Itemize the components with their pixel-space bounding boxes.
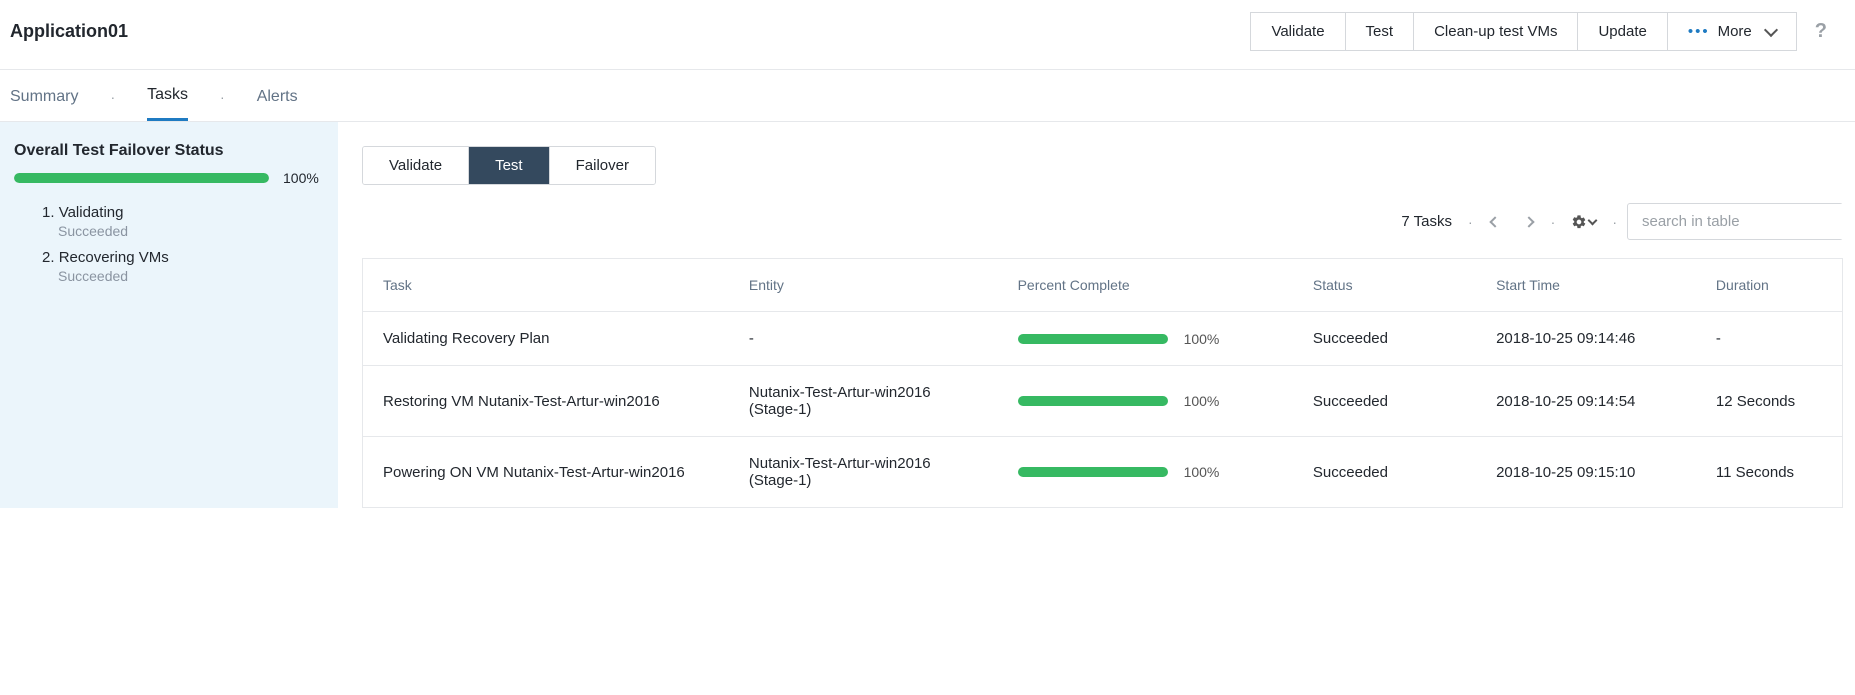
prev-page-button[interactable] [1483, 210, 1507, 233]
cell-start-time: 2018-10-25 09:14:46 [1476, 312, 1696, 366]
cell-task: Restoring VM Nutanix-Test-Artur-win2016 [363, 366, 729, 437]
more-button[interactable]: ••• More [1667, 12, 1797, 51]
step-label: 2. Recovering VMs [42, 249, 324, 266]
tab-separator: · [220, 89, 225, 119]
col-entity[interactable]: Entity [729, 259, 998, 312]
cell-percent: 100% [998, 366, 1293, 437]
progress-percent: 100% [283, 170, 319, 186]
col-task[interactable]: Task [363, 259, 729, 312]
cell-entity: Nutanix-Test-Artur-win2016 (Stage-1) [729, 366, 998, 437]
tab-summary[interactable]: Summary [10, 88, 78, 120]
step-item: 1. Validating Succeeded [42, 204, 324, 239]
cell-status: Succeeded [1293, 366, 1476, 437]
cell-duration: - [1696, 312, 1843, 366]
header-bar: Application01 Validate Test Clean-up tes… [0, 0, 1855, 70]
gear-icon [1571, 214, 1587, 230]
percent-bar [1018, 467, 1168, 477]
cell-status: Succeeded [1293, 437, 1476, 508]
cell-duration: 11 Seconds [1696, 437, 1843, 508]
chevron-down-icon [1764, 22, 1778, 36]
chevron-right-icon [1523, 216, 1534, 227]
percent-text: 100% [1184, 331, 1220, 347]
col-start-time[interactable]: Start Time [1476, 259, 1696, 312]
col-percent-complete[interactable]: Percent Complete [998, 259, 1293, 312]
tab-tasks[interactable]: Tasks [147, 86, 188, 121]
progress-fill [14, 173, 269, 183]
search-input[interactable] [1638, 204, 1845, 239]
ellipsis-icon: ••• [1688, 23, 1710, 40]
step-item: 2. Recovering VMs Succeeded [42, 249, 324, 284]
step-label: 1. Validating [42, 204, 324, 221]
cell-entity: - [729, 312, 998, 366]
tasks-table: Task Entity Percent Complete Status Star… [362, 258, 1843, 508]
main: Validate Test Failover 7 Tasks · · · T [338, 122, 1855, 508]
header-actions: Validate Test Clean-up test VMs Update •… [1250, 12, 1845, 51]
tab-alerts[interactable]: Alerts [257, 88, 298, 120]
cell-entity: Nutanix-Test-Artur-win2016 (Stage-1) [729, 437, 998, 508]
overall-progress: 100% [14, 170, 324, 186]
col-status[interactable]: Status [1293, 259, 1476, 312]
col-duration[interactable]: Duration [1696, 259, 1843, 312]
seg-validate[interactable]: Validate [363, 147, 468, 184]
more-label: More [1718, 23, 1752, 40]
next-page-button[interactable] [1517, 210, 1541, 233]
content-area: Overall Test Failover Status 100% 1. Val… [0, 122, 1855, 508]
help-button[interactable]: ? [1797, 20, 1845, 43]
separator-dot: · [1468, 214, 1473, 230]
validate-button[interactable]: Validate [1250, 12, 1345, 51]
table-row[interactable]: Powering ON VM Nutanix-Test-Artur-win201… [363, 437, 1843, 508]
search-wrap [1627, 203, 1843, 240]
separator-dot: · [1551, 214, 1556, 230]
seg-failover[interactable]: Failover [549, 147, 655, 184]
page-title: Application01 [10, 21, 128, 42]
cell-start-time: 2018-10-25 09:15:10 [1476, 437, 1696, 508]
segmented-control: Validate Test Failover [362, 146, 656, 185]
settings-button[interactable] [1565, 210, 1602, 234]
cell-percent: 100% [998, 312, 1293, 366]
cell-task: Validating Recovery Plan [363, 312, 729, 366]
chevron-down-icon [1588, 215, 1598, 225]
cell-task: Powering ON VM Nutanix-Test-Artur-win201… [363, 437, 729, 508]
progress-bar [14, 173, 269, 183]
cleanup-test-vms-button[interactable]: Clean-up test VMs [1413, 12, 1578, 51]
cell-percent: 100% [998, 437, 1293, 508]
step-status: Succeeded [42, 268, 324, 284]
cell-start-time: 2018-10-25 09:14:54 [1476, 366, 1696, 437]
table-row[interactable]: Restoring VM Nutanix-Test-Artur-win2016 … [363, 366, 1843, 437]
seg-test[interactable]: Test [468, 147, 549, 184]
test-button[interactable]: Test [1345, 12, 1415, 51]
tab-separator: · [110, 89, 115, 119]
table-row[interactable]: Validating Recovery Plan - 100% Succeede… [363, 312, 1843, 366]
percent-text: 100% [1184, 464, 1220, 480]
separator-dot: · [1612, 214, 1617, 230]
chevron-left-icon [1489, 216, 1500, 227]
cell-status: Succeeded [1293, 312, 1476, 366]
percent-bar [1018, 334, 1168, 344]
tabs-bar: Summary · Tasks · Alerts [0, 70, 1855, 122]
table-header-row: Task Entity Percent Complete Status Star… [363, 259, 1843, 312]
sidebar: Overall Test Failover Status 100% 1. Val… [0, 122, 338, 508]
step-status: Succeeded [42, 223, 324, 239]
table-controls: 7 Tasks · · · [362, 185, 1855, 258]
percent-bar [1018, 396, 1168, 406]
percent-text: 100% [1184, 393, 1220, 409]
update-button[interactable]: Update [1577, 12, 1667, 51]
sidebar-title: Overall Test Failover Status [14, 142, 324, 160]
cell-duration: 12 Seconds [1696, 366, 1843, 437]
task-count: 7 Tasks [1401, 213, 1452, 230]
step-list: 1. Validating Succeeded 2. Recovering VM… [14, 204, 324, 284]
